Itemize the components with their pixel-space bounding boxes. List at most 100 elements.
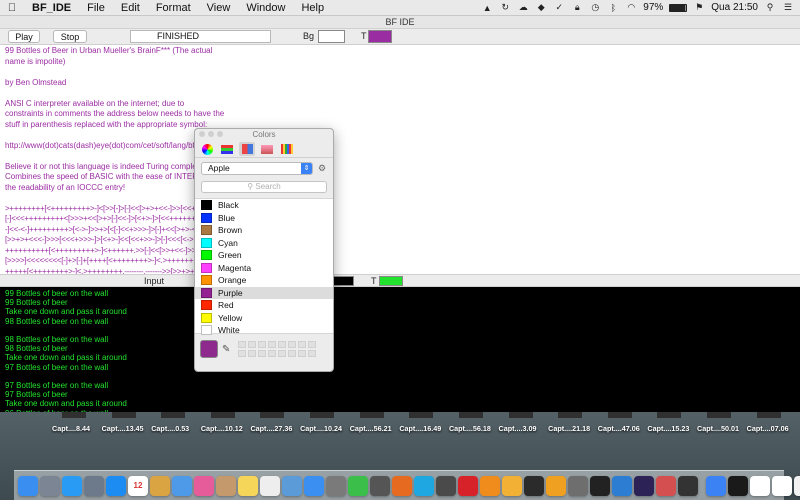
bluetooth-icon[interactable]: ᛒ [607,3,619,13]
clock[interactable]: Qua 21:50 [711,2,758,13]
safari-2-icon[interactable] [304,475,324,496]
desktop-file-label[interactable]: Capt....0.53 [151,424,189,433]
menu-view[interactable]: View [199,2,239,14]
desktop-file-thumbnail[interactable] [657,412,682,418]
swatch-slot[interactable] [238,350,247,357]
menu-file[interactable]: File [79,2,113,14]
wifi-icon[interactable]: ◠ [625,2,637,13]
menu-help[interactable]: Help [293,2,332,14]
current-color-well[interactable] [200,340,218,358]
color-item-cyan[interactable]: Cyan [195,237,333,250]
check-icon[interactable]: ✓ [553,2,565,13]
play-button[interactable]: Play [8,30,40,43]
desktop-file-thumbnail[interactable] [161,412,186,418]
desktop-file-thumbnail[interactable] [508,412,533,418]
battery-icon[interactable] [669,3,688,12]
desktop-file-label[interactable]: Capt....10.24 [300,424,342,433]
desktop-file-label[interactable]: Capt....27.36 [250,424,292,433]
desktop-file-label[interactable]: Capt....8.44 [52,424,90,433]
pencils-icon[interactable] [279,142,295,156]
sketch-icon[interactable] [502,475,522,496]
color-item-red[interactable]: Red [195,299,333,312]
menu-app[interactable]: BF_IDE [24,2,79,14]
console-icon[interactable] [678,475,698,496]
mail-icon[interactable] [282,475,302,496]
desktop-file-label[interactable]: Capt....15.23 [647,424,689,433]
facetime-icon[interactable] [348,475,368,496]
lock-icon[interactable]: 🔒︎ [571,2,583,13]
notification-center-icon[interactable]: ☰ [782,2,794,13]
swatch-slot[interactable] [288,341,297,348]
firefox-icon[interactable] [392,475,412,496]
color-wheel-icon[interactable] [199,142,215,156]
desktop-file-label[interactable]: Capt....56.21 [350,424,392,433]
skype-icon[interactable] [414,475,434,496]
window-1-icon[interactable] [750,475,770,496]
itunes-icon[interactable] [194,475,214,496]
calculator-icon[interactable] [370,475,390,496]
notes-icon[interactable] [238,475,258,496]
swatch-slot[interactable] [248,341,257,348]
swatch-slot[interactable] [308,341,317,348]
swatch-slot[interactable] [268,350,277,357]
desktop-file-label[interactable]: Capt....3.09 [499,424,537,433]
desktop-file-label[interactable]: Capt....16.49 [399,424,441,433]
spotlight-icon[interactable]: ⚲ [764,2,776,13]
chevron-updown-icon[interactable]: ⇕ [301,163,312,174]
safari-icon[interactable] [62,475,82,496]
menu-window[interactable]: Window [238,2,293,14]
desktop-file-thumbnail[interactable] [409,412,434,418]
books-icon[interactable] [546,475,566,496]
launchpad-icon[interactable] [40,475,60,496]
menu-format[interactable]: Format [148,2,199,14]
zoom-icon[interactable] [217,131,223,137]
desktop-file-label[interactable]: Capt....50.01 [697,424,739,433]
desktop-file-thumbnail[interactable] [210,412,235,418]
desktop-file-label[interactable]: Capt....21.18 [548,424,590,433]
desktop-file-thumbnail[interactable] [707,412,732,418]
opera-icon[interactable] [458,475,478,496]
color-item-purple[interactable]: Purple [195,286,333,299]
swatch-slot[interactable] [258,341,267,348]
color-item-yellow[interactable]: Yellow [195,312,333,325]
output-console[interactable]: 99 Bottles of beer on the wall 99 Bottles… [0,287,800,412]
activity-icon[interactable] [524,475,544,496]
color-item-magenta[interactable]: Magenta [195,262,333,275]
system-preferences-icon[interactable] [326,475,346,496]
app-store-2-icon[interactable] [706,475,726,496]
desktop-file-thumbnail[interactable] [62,412,86,418]
swatch-slot[interactable] [238,341,247,348]
desktop-file-thumbnail[interactable] [458,412,483,418]
desktop-file-label[interactable]: Capt....13.45 [102,424,144,433]
contacts-icon[interactable] [216,475,236,496]
swatch-slot[interactable] [298,341,307,348]
desktop-file-thumbnail[interactable] [756,412,781,418]
color-item-brown[interactable]: Brown [195,224,333,237]
palette-select[interactable]: Apple ⇕ [201,162,313,175]
textmate-icon[interactable] [568,475,588,496]
input-text-color-well[interactable] [379,276,403,286]
image-palettes-icon[interactable] [259,142,275,156]
calendar-icon[interactable]: 12 [128,475,148,496]
swatch-slot[interactable] [288,350,297,357]
time-machine-icon[interactable]: ◷ [589,2,601,13]
color-item-green[interactable]: Green [195,249,333,262]
desktop-file-thumbnail[interactable] [111,412,136,418]
terminal-icon[interactable] [590,475,610,496]
sync-icon[interactable]: ↻ [499,2,511,13]
photos-icon[interactable] [150,475,170,496]
desktop-file-label[interactable]: Capt....10.12 [201,424,243,433]
preview-icon[interactable] [84,475,104,496]
desktop-file-label[interactable]: Capt....56.18 [449,424,491,433]
menu-edit[interactable]: Edit [113,2,148,14]
desktop-file-label[interactable]: Capt....47.06 [598,424,640,433]
swatch-slot[interactable] [258,350,267,357]
cloud-icon[interactable]: ☁ [517,2,529,13]
stop-button[interactable]: Stop [53,30,87,43]
sublime-2-icon[interactable] [480,475,500,496]
code-editor[interactable]: 99 Bottles of Beer in Urban Mueller's Br… [0,46,800,274]
color-item-black[interactable]: Black [195,199,333,212]
terminal-2-icon[interactable] [728,475,748,496]
desktop-file-thumbnail[interactable] [558,412,583,418]
swatch-slot[interactable] [248,350,257,357]
